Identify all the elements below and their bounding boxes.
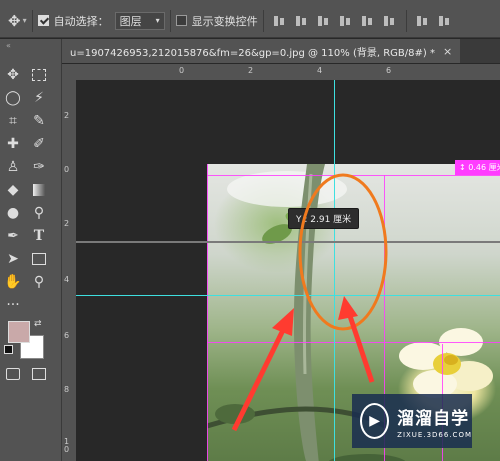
crop-icon[interactable]: ⌗: [2, 110, 24, 132]
distribute-vcenter-icon[interactable]: [438, 14, 451, 28]
auto-select-checkbox[interactable]: [37, 15, 49, 26]
divider: [31, 9, 33, 32]
pen-icon[interactable]: ✒: [2, 225, 24, 247]
zoom-icon[interactable]: ⚲: [28, 271, 50, 293]
ruler-tick-label: 8: [64, 385, 70, 394]
eraser-icon[interactable]: ◆: [2, 179, 24, 201]
annotation-arrowhead: [338, 296, 358, 320]
ruler-tick-label: 6: [64, 331, 70, 340]
annotation-arrow: [345, 309, 375, 383]
collapse-icon[interactable]: «: [6, 41, 11, 50]
annotation-arrowhead: [272, 308, 294, 336]
align-bottom-icon[interactable]: [317, 14, 330, 28]
align-vcenter-icon[interactable]: [295, 14, 308, 28]
history-brush-icon[interactable]: ✑: [28, 156, 50, 178]
hand-icon[interactable]: ✋: [2, 271, 24, 293]
shape-icon[interactable]: [28, 248, 50, 270]
ruler-tick-label: 2: [64, 219, 70, 228]
align-hcenter-icon[interactable]: [361, 14, 374, 28]
show-transform-label: 显示变换控件: [191, 14, 258, 28]
document-tab[interactable]: u=1907426953,212015876&fm=26&gp=0.jpg @ …: [62, 39, 461, 63]
brush-icon[interactable]: ✐: [28, 133, 50, 155]
move-tool-preset-icon[interactable]: ✥: [8, 12, 21, 30]
foreground-color-swatch[interactable]: [8, 321, 30, 343]
ruler-tick-label: 2: [64, 111, 70, 120]
healing-icon[interactable]: ✚: [2, 133, 24, 155]
auto-select-value: 图层: [119, 14, 142, 28]
document-tab-bar: u=1907426953,212015876&fm=26&gp=0.jpg @ …: [62, 39, 500, 64]
tools-panel: « ✥ ◯ ⚡ ⌗ ✎ ✚ ✐ ♙ ✑ ◆ ● ⚲ ✒ T ➤ ✋ ⚲ ··· …: [0, 39, 62, 461]
align-right-icon[interactable]: [383, 14, 396, 28]
distribute-top-icon[interactable]: [416, 14, 429, 28]
divider: [262, 9, 264, 32]
ruler-tick-label: 4: [317, 66, 323, 75]
ruler-tick-label: 2: [248, 66, 254, 75]
ruler-tick-label: 6: [386, 66, 392, 75]
dodge-icon[interactable]: ⚲: [28, 202, 50, 224]
align-top-icon[interactable]: [273, 14, 286, 28]
ruler-tick-label: 0: [179, 66, 185, 75]
lasso-icon[interactable]: ◯: [2, 87, 24, 109]
close-icon[interactable]: ×: [443, 45, 452, 58]
play-logo-icon: ▶: [360, 403, 390, 439]
move-icon[interactable]: ✥: [2, 64, 24, 86]
vertical-ruler[interactable]: 2 0 2 4 6 8 10: [62, 80, 77, 461]
blur-icon[interactable]: ●: [2, 202, 24, 224]
auto-select-dropdown[interactable]: 图层 ▾: [114, 11, 165, 30]
ruler-tick-label: 0: [64, 165, 70, 174]
divider: [405, 9, 407, 32]
auto-select-label: 自动选择：: [53, 14, 109, 28]
document-tab-title: u=1907426953,212015876&fm=26&gp=0.jpg @ …: [70, 47, 435, 59]
divider: [169, 9, 171, 32]
watermark-title: 溜溜自学: [397, 408, 470, 429]
more-icon[interactable]: ···: [2, 294, 24, 316]
screen-mode-icon[interactable]: [28, 363, 50, 385]
align-left-icon[interactable]: [339, 14, 352, 28]
show-transform-checkbox[interactable]: [175, 15, 187, 26]
gradient-icon[interactable]: [28, 179, 50, 201]
magic-wand-icon[interactable]: ⚡: [28, 87, 50, 109]
ruler-tick-label: 4: [64, 275, 70, 284]
ruler-tick-label: 10: [64, 437, 70, 454]
chevron-down-icon: ▾: [155, 16, 160, 25]
annotation-arrow: [231, 318, 291, 432]
eyedropper-icon[interactable]: ✎: [28, 110, 50, 132]
path-select-icon[interactable]: ➤: [2, 248, 24, 270]
swap-colors-icon[interactable]: ⇄: [34, 319, 42, 329]
watermark-subtitle: ZIXUE.3D66.COM: [397, 430, 472, 439]
quick-mask-icon[interactable]: [2, 363, 24, 385]
watermark-badge: ▶ 溜溜自学 ZIXUE.3D66.COM: [352, 394, 472, 448]
stamp-icon[interactable]: ♙: [2, 156, 24, 178]
marquee-icon[interactable]: [28, 64, 50, 86]
chevron-down-icon[interactable]: ▾: [23, 16, 27, 25]
horizontal-ruler[interactable]: 0 2 4 6: [62, 64, 500, 81]
options-bar: ✥ ▾ 自动选择： 图层 ▾ 显示变换控件: [0, 4, 500, 38]
type-icon[interactable]: T: [28, 225, 50, 247]
default-colors-icon[interactable]: [4, 345, 13, 354]
